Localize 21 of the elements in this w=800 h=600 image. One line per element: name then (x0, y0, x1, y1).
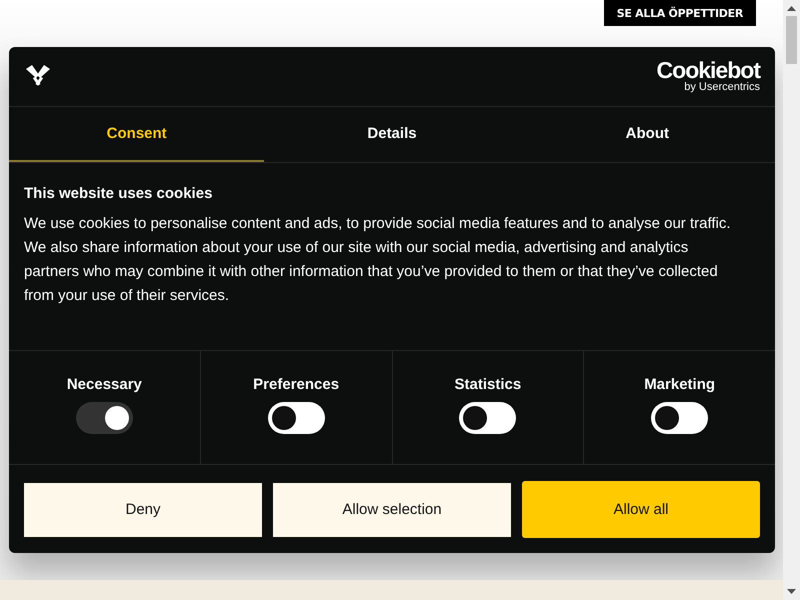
tab[interactable]: Details (264, 106, 520, 162)
opening-hours-button[interactable]: SE ALLA ÖPPETTIDER (604, 0, 756, 26)
tab[interactable]: About (520, 106, 775, 162)
scroll-up-icon[interactable] (787, 6, 796, 11)
cookie-description: We use cookies to personalise content and ads, to provide social media features and to analyse our traffic. We also share information about your use of our site with our social media, advertising and analytics partners who may combine it with other information that you’ve provided to them or that they’ve collected from your use of their services. (24, 214, 732, 306)
scrollbar-thumb[interactable] (786, 16, 797, 64)
cookiebot-logo: Cookiebot by Usercentrics (656, 59, 760, 94)
tab[interactable]: Consent (9, 106, 264, 162)
scroll-down-icon[interactable] (787, 589, 796, 594)
category-label: Marketing (644, 376, 716, 394)
scrollbar[interactable] (783, 0, 800, 600)
dialog-heading: This website uses cookies (24, 184, 214, 202)
toggle-switch[interactable] (268, 402, 325, 434)
consent-button[interactable]: Deny (24, 482, 262, 536)
category-label: Necessary (66, 376, 142, 394)
category-label: Statistics (454, 376, 522, 394)
toggle-switch[interactable] (459, 402, 516, 434)
toggle-switch[interactable] (651, 402, 708, 434)
consent-button[interactable]: Allow all (522, 481, 760, 538)
category-label: Preferences (253, 376, 340, 394)
consent-button[interactable]: Allow selection (273, 482, 511, 536)
